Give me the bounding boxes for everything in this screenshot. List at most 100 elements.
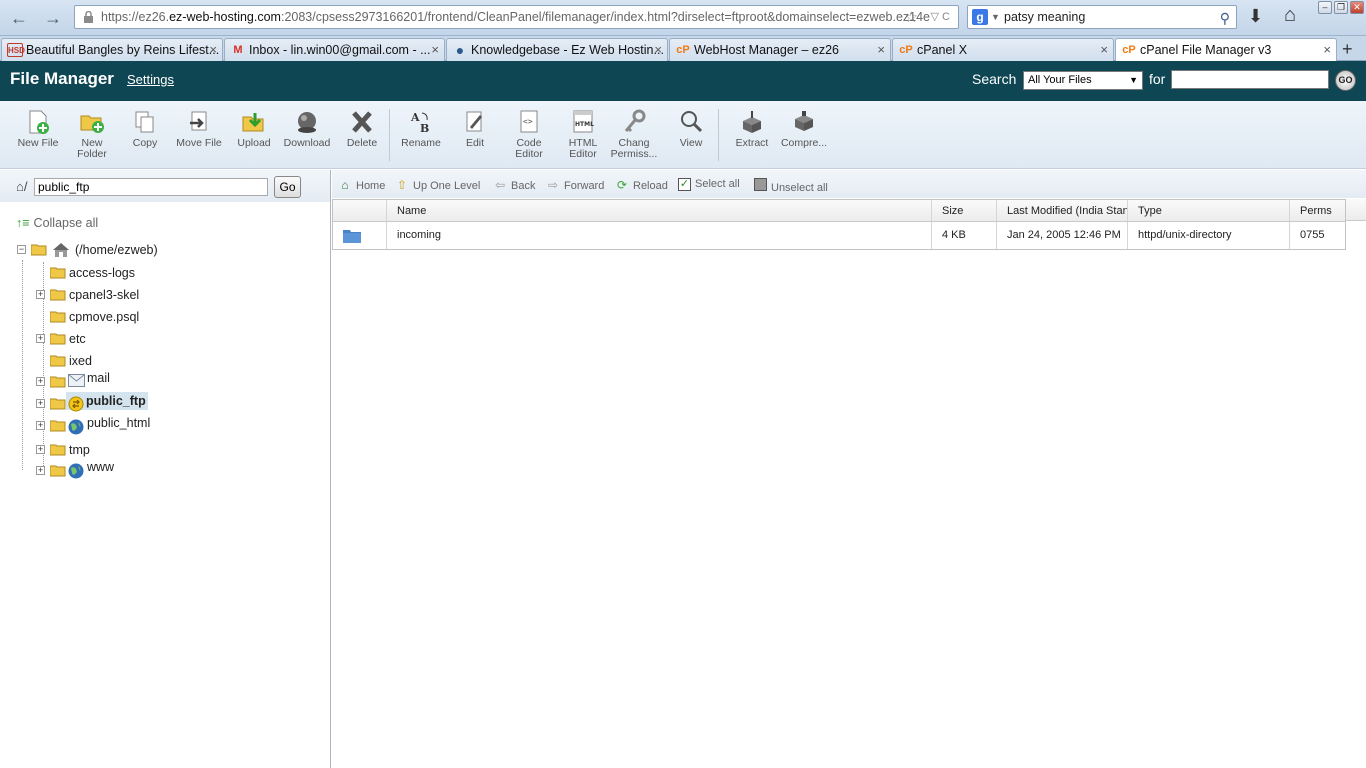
- tree-item-mail[interactable]: + mail: [36, 371, 316, 390]
- search-icon[interactable]: ⚲: [1220, 7, 1230, 29]
- size-column-header[interactable]: Size: [932, 200, 997, 221]
- code-editor-icon: <>: [520, 110, 538, 133]
- expand-toggle-icon[interactable]: +: [36, 290, 45, 299]
- google-icon[interactable]: g: [972, 9, 988, 25]
- folder-icon: [50, 444, 66, 456]
- view-button[interactable]: View: [663, 109, 719, 149]
- open-folder-icon: [31, 244, 47, 256]
- browser-tab-active[interactable]: cP cPanel File Manager v3 ×: [1115, 38, 1337, 62]
- upload-button[interactable]: Upload: [226, 109, 282, 149]
- tree-label: cpmove.psql: [69, 310, 140, 324]
- tree-item-www[interactable]: + www: [36, 460, 316, 479]
- type-column-header[interactable]: Type: [1128, 200, 1290, 221]
- expand-toggle-icon[interactable]: +: [36, 466, 45, 475]
- icon-column-header[interactable]: [333, 200, 387, 221]
- tree-label: cpanel3-skel: [69, 288, 140, 302]
- url-dropdown-icon[interactable]: ▽ C: [931, 6, 950, 28]
- tree-item-cpmove-psql[interactable]: cpmove.psql: [36, 308, 316, 326]
- download-arrow-icon[interactable]: ⬇: [1248, 6, 1263, 27]
- move-file-button[interactable]: Move File: [171, 109, 227, 149]
- forward-nav-button[interactable]: ⇨ Forward: [546, 178, 604, 192]
- home-nav-button[interactable]: ⌂ Home: [338, 178, 385, 192]
- name-column-header[interactable]: Name: [387, 200, 932, 221]
- collapse-toggle-icon[interactable]: −: [17, 245, 26, 254]
- tab-close-icon[interactable]: ×: [1323, 39, 1331, 61]
- reload-button[interactable]: ⟳ Reload: [615, 178, 668, 192]
- tab-close-icon[interactable]: ×: [877, 39, 885, 61]
- new-tab-icon[interactable]: +: [1342, 39, 1353, 60]
- rename-button[interactable]: AB Rename: [393, 109, 449, 149]
- search-scope-select[interactable]: All Your Files ▼: [1023, 71, 1143, 90]
- up-one-level-button[interactable]: ⇧ Up One Level: [395, 178, 480, 192]
- tab-close-icon[interactable]: ×: [654, 39, 662, 61]
- tab-close-icon[interactable]: ×: [1100, 39, 1108, 61]
- tree-item-etc[interactable]: + etc: [36, 330, 316, 348]
- select-all-button[interactable]: ✓ Select all: [678, 178, 740, 191]
- browser-nav-bar: ← → https://ez26.ez-web-hosting.com:2083…: [0, 0, 1366, 36]
- restore-icon[interactable]: ❐: [1334, 1, 1348, 14]
- tree-item-public-ftp[interactable]: + public_ftp: [36, 392, 316, 413]
- tree-item-cpanel3-skel[interactable]: + cpanel3-skel: [36, 286, 316, 304]
- folder-icon: [50, 333, 66, 345]
- perms-column-header[interactable]: Perms: [1290, 200, 1347, 221]
- browser-tab[interactable]: cP WebHost Manager – ez26 ×: [669, 38, 891, 61]
- search-go-button[interactable]: GO: [1335, 70, 1356, 91]
- copy-button[interactable]: Copy: [117, 109, 173, 149]
- address-bar[interactable]: https://ez26.ez-web-hosting.com:2083/cps…: [74, 5, 959, 29]
- minimize-icon[interactable]: –: [1318, 1, 1332, 14]
- expand-toggle-icon[interactable]: +: [36, 334, 45, 343]
- code-editor-button[interactable]: <> Code Editor: [501, 109, 557, 160]
- browser-tab[interactable]: M Inbox - lin.win00@gmail.com - ... ×: [224, 38, 445, 61]
- html-editor-button[interactable]: HTML HTML Editor: [555, 109, 611, 160]
- back-nav-button[interactable]: ⇦ Back: [493, 178, 536, 192]
- extract-button[interactable]: Extract: [724, 109, 780, 149]
- change-permissions-button[interactable]: Chang Permiss...: [606, 109, 662, 160]
- browser-home-icon[interactable]: ⌂: [1284, 4, 1296, 27]
- url-prefix: https://ez26.: [101, 10, 170, 24]
- compress-button[interactable]: Compre...: [776, 109, 832, 149]
- file-name-cell[interactable]: incoming: [387, 222, 932, 249]
- new-folder-button[interactable]: New Folder: [64, 109, 120, 160]
- bookmark-star-icon[interactable]: ☆: [905, 7, 918, 28]
- rename-icon: AB: [410, 111, 429, 135]
- tree-item-ixed[interactable]: ixed: [36, 352, 316, 370]
- close-window-icon[interactable]: ✕: [1350, 1, 1364, 14]
- toolbar-divider: [718, 109, 719, 161]
- settings-link[interactable]: Settings: [127, 72, 174, 87]
- tab-close-icon[interactable]: ×: [431, 39, 439, 61]
- collapse-all-link[interactable]: ↑≡ Collapse all: [16, 216, 98, 230]
- file-perms-cell[interactable]: 0755: [1290, 222, 1347, 249]
- expand-toggle-icon[interactable]: +: [36, 445, 45, 454]
- browser-tab[interactable]: cP cPanel X ×: [892, 38, 1114, 61]
- modified-column-header[interactable]: Last Modified (India Standard Time): [997, 200, 1128, 221]
- table-row[interactable]: incoming 4 KB Jan 24, 2005 12:46 PM http…: [333, 222, 1345, 249]
- browser-tab[interactable]: ● Knowledgebase - Ez Web Hostin... ×: [446, 38, 668, 61]
- expand-toggle-icon[interactable]: +: [36, 399, 45, 408]
- browser-tab[interactable]: HSD Beautiful Bangles by Reins Lifest...…: [1, 38, 223, 61]
- html-editor-icon: HTML: [573, 110, 594, 133]
- browser-search-box[interactable]: g ▼ patsy meaning ⚲: [967, 5, 1237, 29]
- back-arrow-icon[interactable]: ←: [6, 6, 32, 30]
- file-toolbar: New File New Folder Copy Move File Upload…: [0, 101, 1366, 169]
- search-engine-dropdown-icon[interactable]: ▼: [991, 6, 1000, 28]
- folder-icon: [50, 289, 66, 301]
- expand-toggle-icon[interactable]: +: [36, 377, 45, 386]
- for-label: for: [1149, 71, 1166, 87]
- download-button[interactable]: Download: [279, 109, 335, 149]
- expand-toggle-icon[interactable]: +: [36, 421, 45, 430]
- unselect-all-button[interactable]: Unselect all: [754, 178, 828, 194]
- tree-item-public-html[interactable]: + public_html: [36, 416, 316, 435]
- delete-button[interactable]: Delete: [334, 109, 390, 149]
- path-go-button[interactable]: Go: [274, 176, 301, 198]
- tree-root[interactable]: − (/home/ezweb): [17, 241, 317, 259]
- new-file-button[interactable]: New File: [10, 109, 66, 149]
- edit-button[interactable]: Edit: [447, 109, 503, 149]
- folder-icon: [50, 267, 66, 279]
- tree-item-tmp[interactable]: + tmp: [36, 441, 316, 459]
- tab-close-icon[interactable]: ×: [209, 39, 217, 61]
- path-input[interactable]: public_ftp: [34, 178, 268, 196]
- tree-item-access-logs[interactable]: access-logs: [36, 264, 316, 282]
- tree-label: public_html: [87, 416, 151, 430]
- file-search-input[interactable]: [1171, 70, 1329, 89]
- forward-arrow-icon[interactable]: →: [40, 6, 66, 30]
